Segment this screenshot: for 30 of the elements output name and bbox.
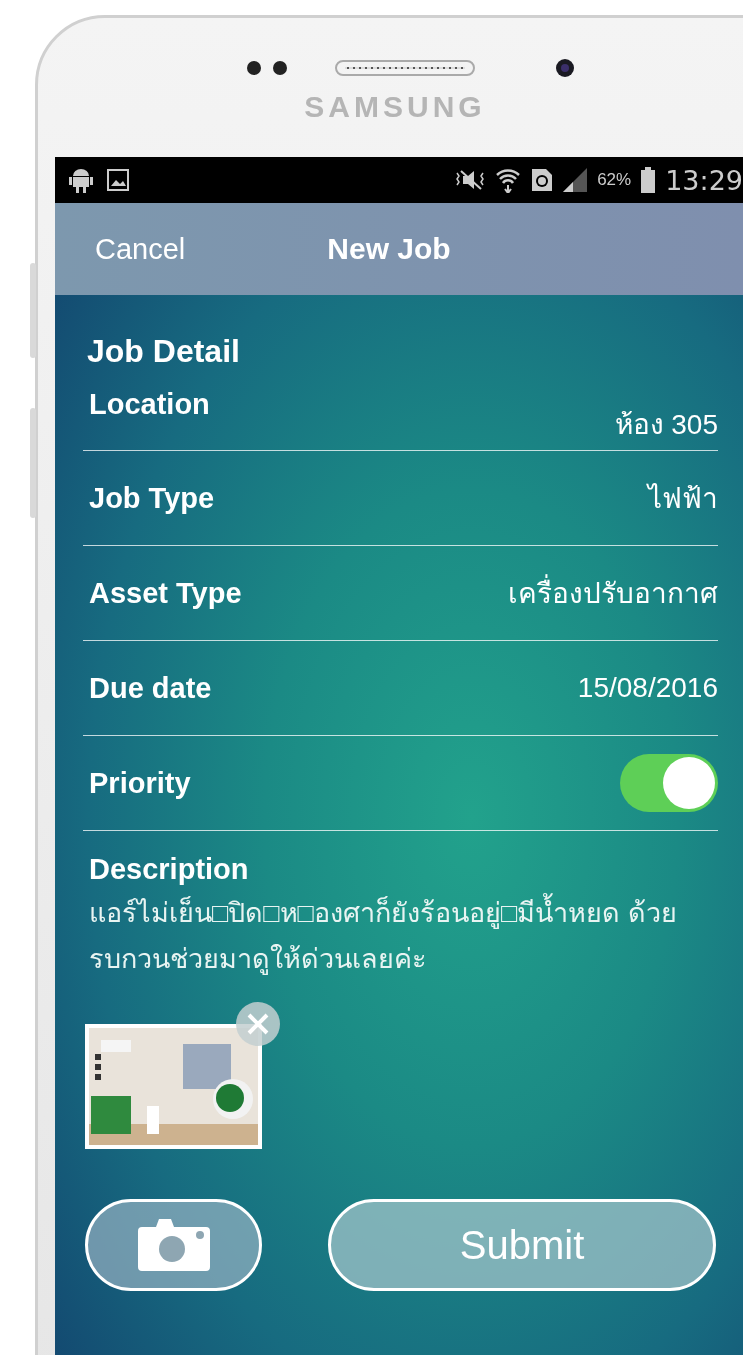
description-text: แอร์ไม่เย็น□ปิด□ห□องศาก็ยังร้อนอยู่□มีน้ำหยด ด้วยรบกวนช่วยมาดูให้ด่วนเลยค่ะ <box>89 890 689 982</box>
mute-icon <box>455 169 486 191</box>
field-label: Priority <box>89 766 191 800</box>
field-value[interactable]: 15/08/2016 <box>577 672 718 704</box>
camera-lens-icon <box>555 58 575 78</box>
clock-time: 13:29 <box>665 164 743 196</box>
field-label: Location <box>89 388 210 421</box>
image-icon <box>107 169 129 191</box>
remove-photo-button[interactable] <box>236 1002 280 1046</box>
battery-percent: 62% <box>597 170 632 190</box>
description-label: Description <box>89 853 250 886</box>
brand-logo: SAMSUNG <box>304 90 486 124</box>
field-value[interactable]: ไฟฟ้า <box>648 476 718 520</box>
field-label: Due date <box>89 671 212 705</box>
globe-sim-icon <box>531 168 554 192</box>
camera-icon <box>137 1219 210 1271</box>
toggle-switch[interactable] <box>620 754 718 812</box>
screen-title: New Job <box>327 232 451 266</box>
field-label: Job Type <box>89 481 215 515</box>
android-icon <box>69 167 93 193</box>
sensor-dots-icon <box>245 59 289 77</box>
field-label: Asset Type <box>89 576 242 610</box>
field-value[interactable]: ห้อง 305 <box>614 402 718 446</box>
battery-icon <box>641 167 656 193</box>
field-value[interactable]: เครื่องปรับอากาศ <box>508 571 718 615</box>
submit-button[interactable]: Submit <box>328 1199 716 1291</box>
wifi-icon <box>495 167 522 193</box>
cancel-button[interactable]: Cancel <box>95 232 186 266</box>
signal-icon <box>563 168 588 192</box>
section-title: Job Detail <box>87 333 241 370</box>
